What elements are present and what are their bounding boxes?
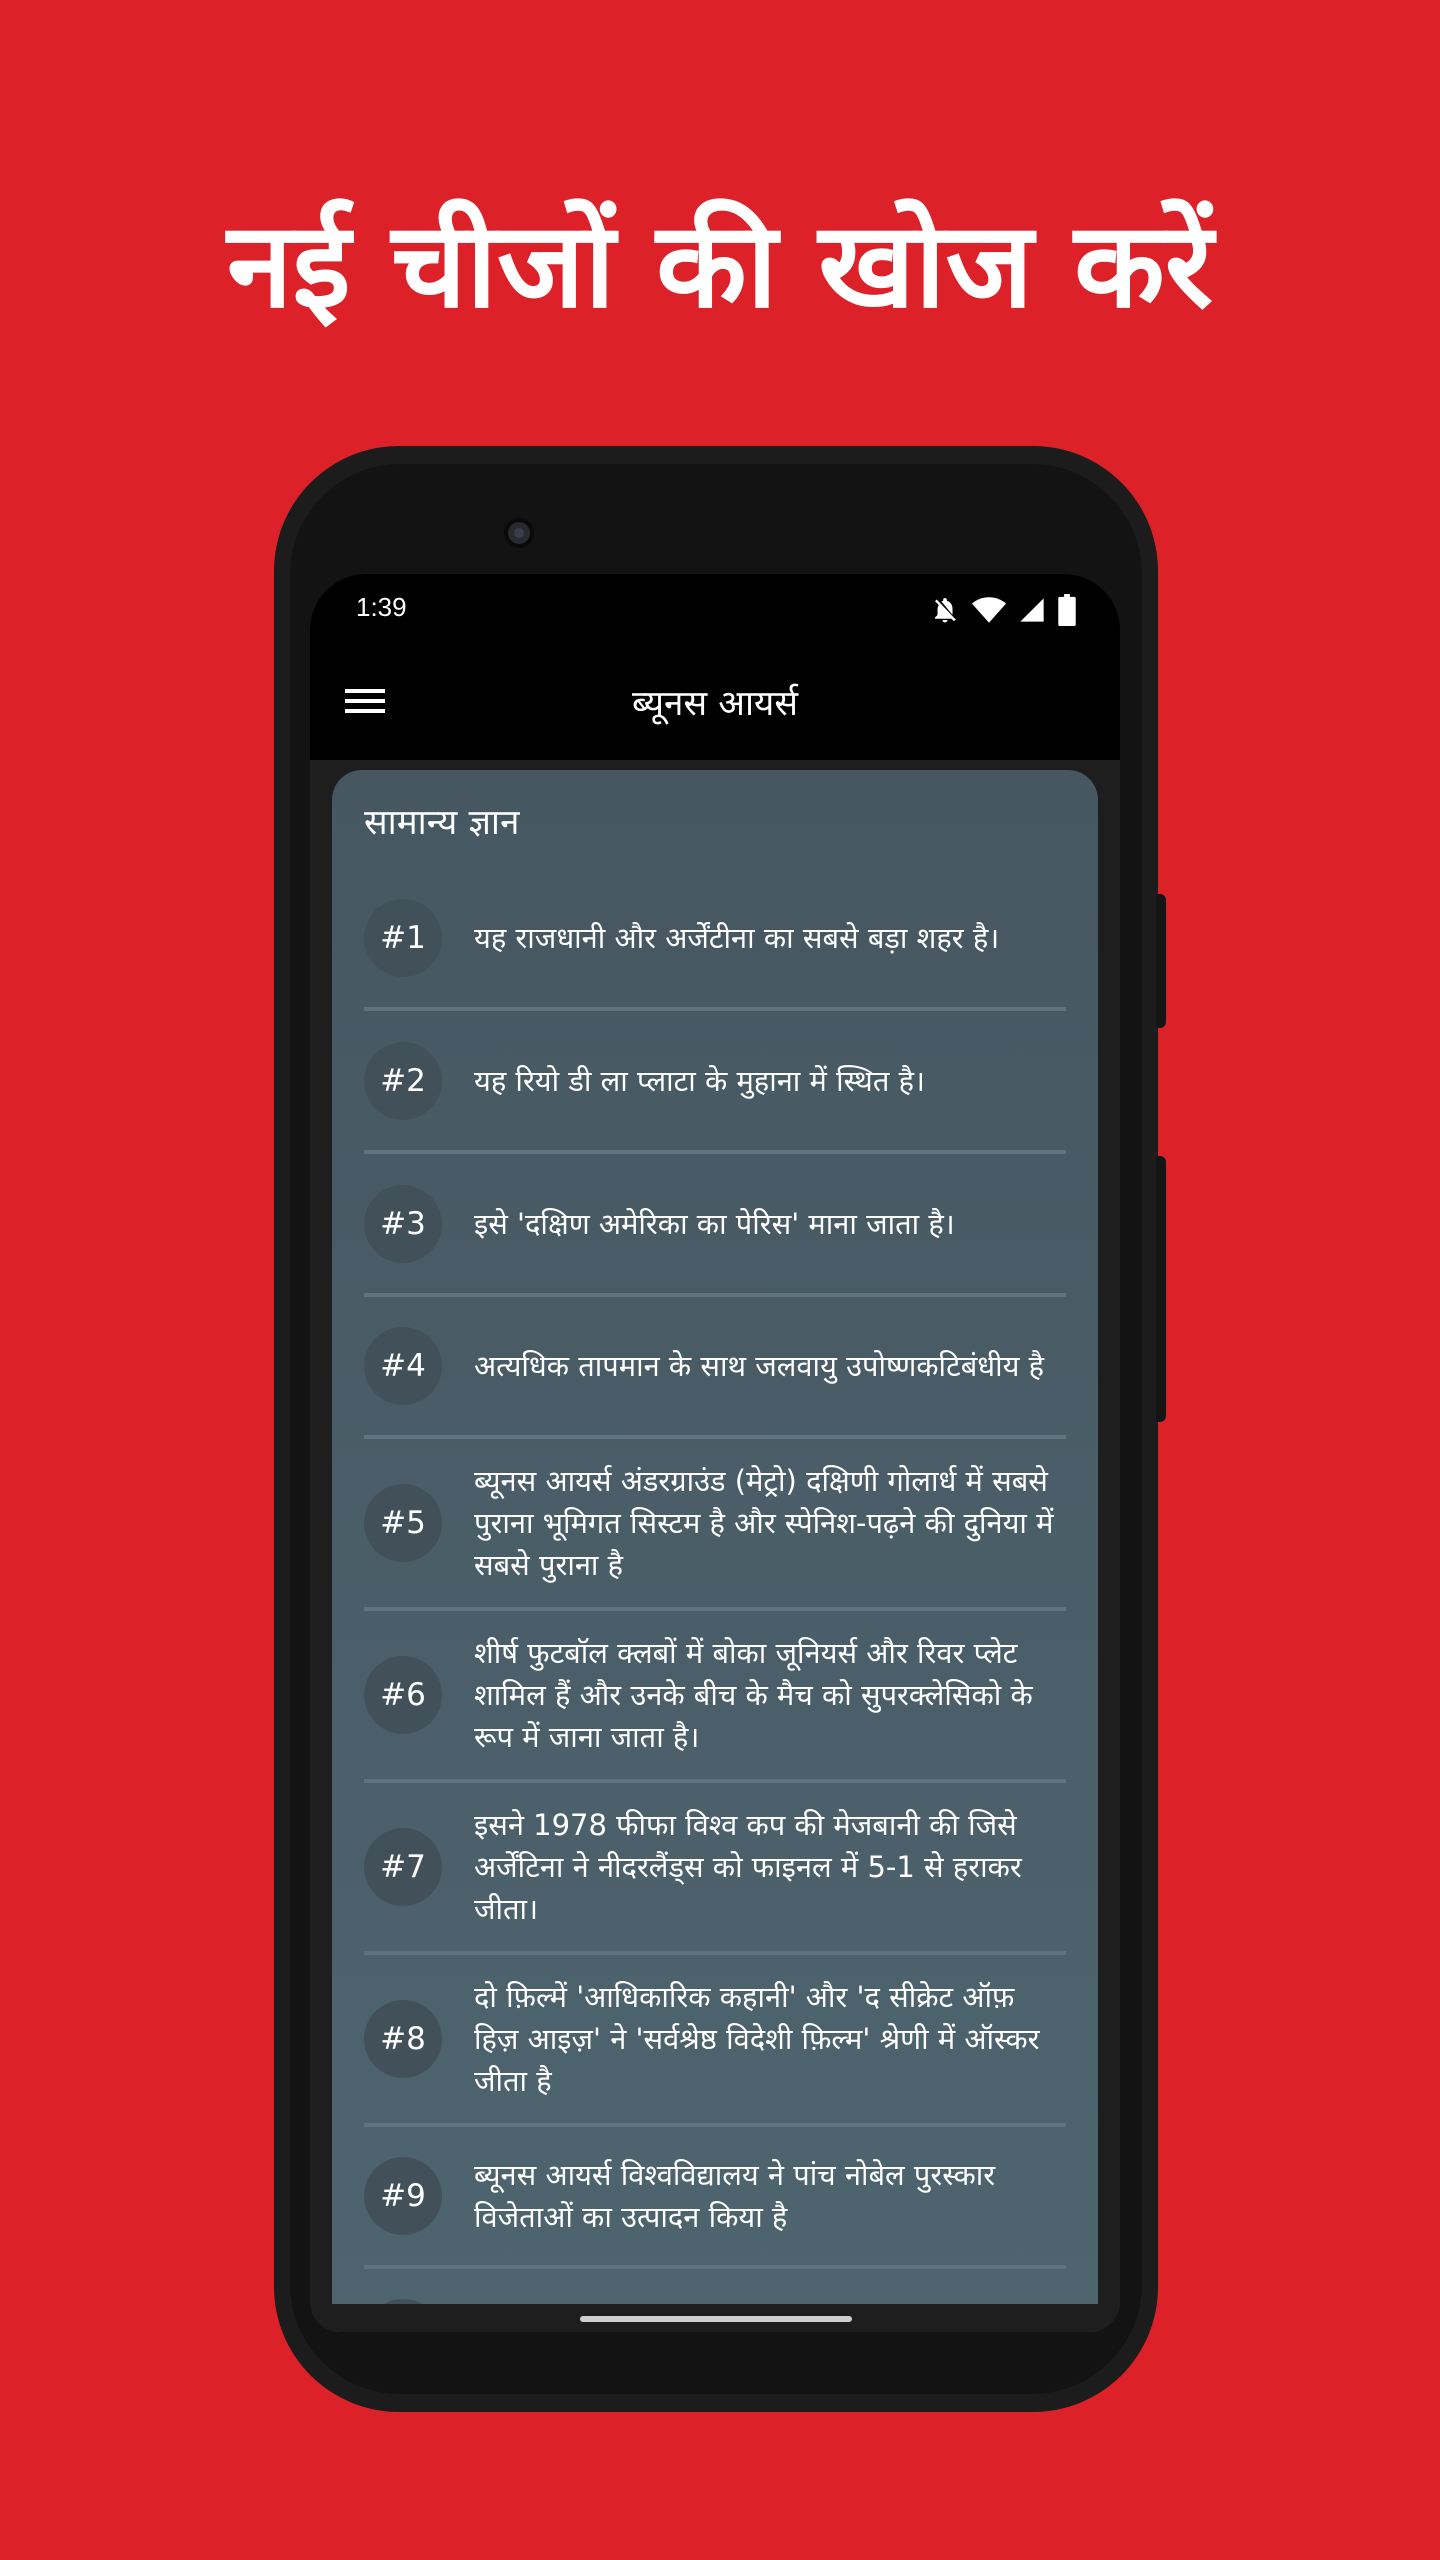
- status-icons: [930, 592, 1076, 628]
- fact-text: इसने 1978 फीफा विश्व कप की मेजबानी की जि…: [474, 1808, 1022, 1926]
- battery-icon: [1058, 594, 1076, 626]
- list-item: #8 दो फ़िल्में 'आधिकारिक कहानी' और 'द सी…: [364, 1955, 1066, 2127]
- general-knowledge-card: सामान्य ज्ञान #1 यह राजधानी और अर्जेंटीन…: [332, 770, 1098, 2332]
- volume-button: [1156, 1156, 1166, 1422]
- fact-number-badge: #8: [364, 2000, 442, 2078]
- list-item: #1 यह राजधानी और अर्जेंटीना का सबसे बड़ा…: [364, 868, 1066, 1011]
- fact-number-badge: #1: [364, 898, 442, 977]
- promo-headline: नई चीजों की खोज करें: [226, 196, 1214, 334]
- hamburger-menu-icon: [345, 686, 385, 720]
- list-item: #3 इसे 'दक्षिण अमेरिका का पेरिस' माना जा…: [364, 1154, 1066, 1297]
- page-title: ब्यूनस आयर्स: [632, 684, 798, 724]
- fact-number-badge: #7: [364, 1828, 442, 1906]
- list-item: #5 ब्यूनस आयर्स अंडरग्राउंड (मेट्रो) दक्…: [364, 1439, 1066, 1611]
- menu-button[interactable]: [340, 678, 390, 728]
- home-indicator[interactable]: [580, 2316, 852, 2322]
- list-item: #6 शीर्ष फुटबॉल क्लबों में बोका जूनियर्स…: [364, 1611, 1066, 1783]
- status-time: 1:39: [356, 592, 407, 622]
- fact-text: इसे 'दक्षिण अमेरिका का पेरिस' माना जाता …: [474, 1206, 955, 1241]
- power-button: [1156, 894, 1166, 1028]
- fact-text: ब्यूनस आयर्स अंडरग्राउंड (मेट्रो) दक्षिण…: [474, 1464, 1054, 1582]
- cellular-signal-icon: [1018, 596, 1046, 624]
- fact-text: यह रियो डी ला प्लाटा के मुहाना में स्थित…: [474, 1063, 925, 1098]
- status-bar: 1:39: [310, 574, 1120, 648]
- fact-text: शीर्ष फुटबॉल क्लबों में बोका जूनियर्स और…: [474, 1636, 1033, 1754]
- list-item: #2 यह रियो डी ला प्लाटा के मुहाना में स्…: [364, 1011, 1066, 1154]
- front-camera: [504, 518, 534, 548]
- bell-off-icon: [930, 595, 960, 625]
- wifi-icon: [972, 595, 1006, 625]
- fact-text: अत्यधिक तापमान के साथ जलवायु उपोष्णकटिबं…: [474, 1349, 1045, 1383]
- fact-number-badge: #5: [364, 1484, 442, 1562]
- fact-number-badge: #4: [364, 1327, 442, 1405]
- fact-list: #1 यह राजधानी और अर्जेंटीना का सबसे बड़ा…: [364, 868, 1066, 2332]
- list-item: #7 इसने 1978 फीफा विश्व कप की मेजबानी की…: [364, 1783, 1066, 1955]
- fact-number-badge: #9: [364, 2157, 442, 2235]
- fact-text: दो फ़िल्में 'आधिकारिक कहानी' और 'द सीक्र…: [474, 1980, 1040, 2098]
- fact-text: यह राजधानी और अर्जेंटीना का सबसे बड़ा शह…: [474, 920, 1000, 955]
- phone-screen: 1:39 ब्यूनस आयर्स सामान्य ज्ञान #1 यह रा…: [310, 574, 1120, 2332]
- fact-number-badge: #6: [364, 1656, 442, 1734]
- card-title: सामान्य ज्ञान: [364, 803, 520, 843]
- fact-number-badge: #2: [364, 1041, 442, 1120]
- fact-text: ब्यूनस आयर्स विश्वविद्यालय ने पांच नोबेल…: [474, 2158, 996, 2234]
- list-item: #9 ब्यूनस आयर्स विश्वविद्यालय ने पांच नो…: [364, 2127, 1066, 2269]
- app-bar: ब्यूनस आयर्स: [310, 648, 1120, 760]
- list-item: #4 अत्यधिक तापमान के साथ जलवायु उपोष्णकट…: [364, 1297, 1066, 1439]
- fact-number-badge: #3: [364, 1184, 442, 1263]
